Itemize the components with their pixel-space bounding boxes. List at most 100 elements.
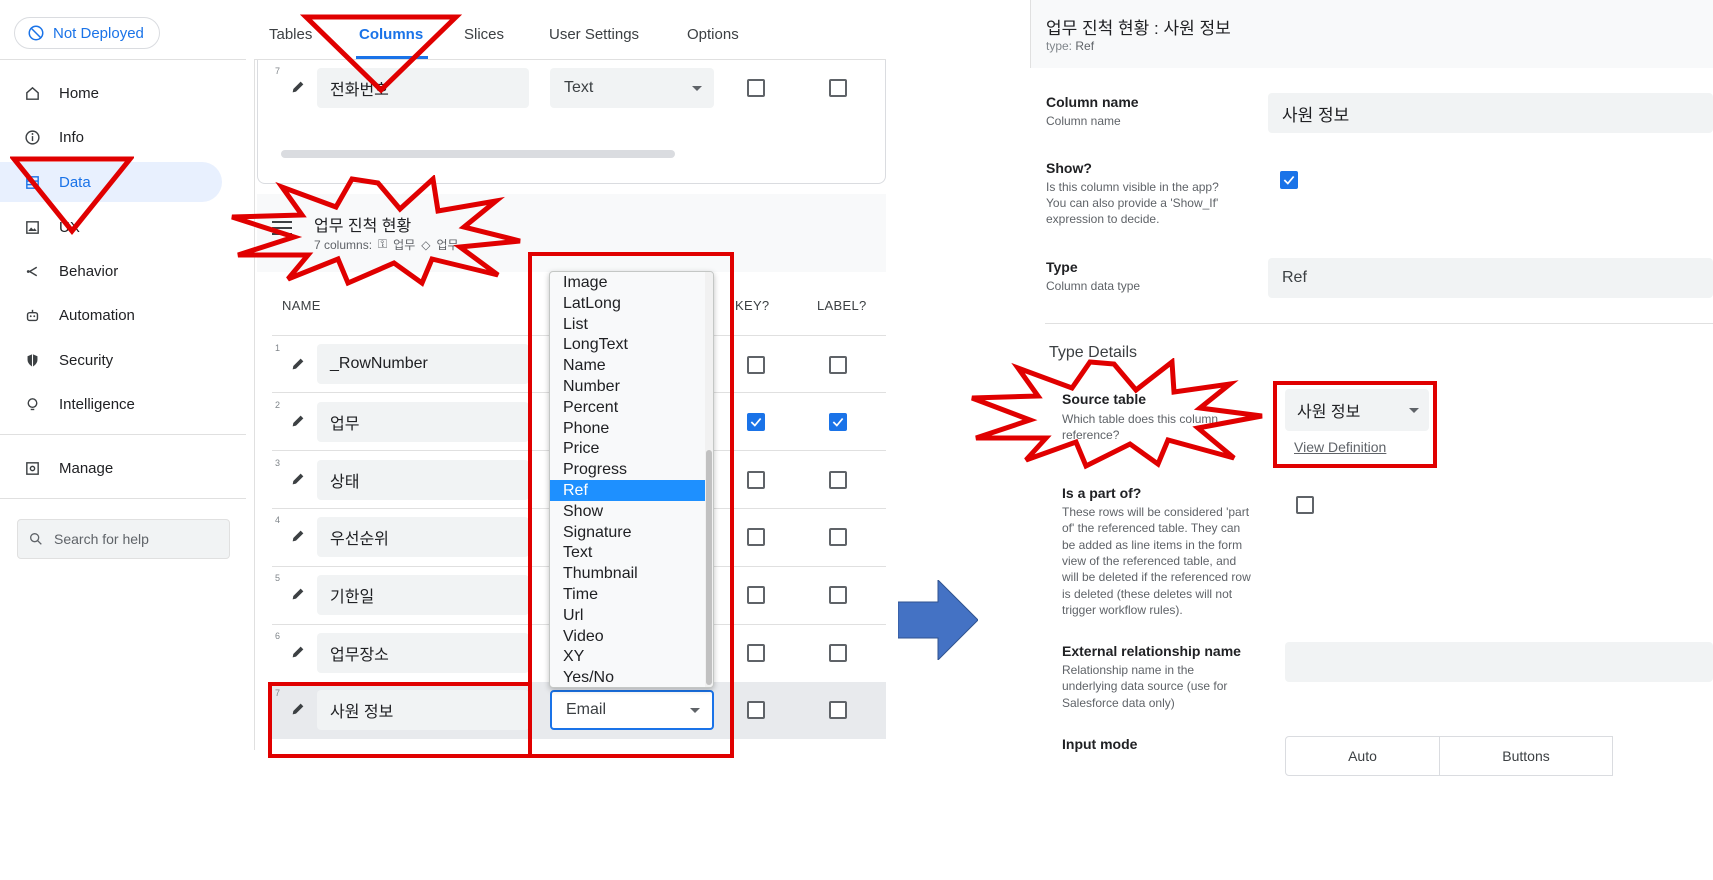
pencil-icon[interactable]	[290, 471, 306, 487]
pencil-icon[interactable]	[290, 586, 306, 602]
type-field-select[interactable]: Ref	[1268, 258, 1713, 298]
check-icon	[750, 417, 762, 427]
input-mode-label: Input mode	[1062, 736, 1138, 752]
column-type-value: Text	[564, 79, 594, 96]
column-name-field[interactable]: 업무장소	[317, 633, 529, 673]
column-name-field[interactable]: 상태	[317, 460, 529, 500]
sidebar-item-home[interactable]: Home	[0, 73, 222, 113]
sidebar-item-label: Behavior	[59, 262, 119, 280]
key-checkbox[interactable]	[747, 586, 765, 604]
horizontal-scrollbar[interactable]	[281, 150, 675, 158]
part-of-checkbox[interactable]	[1296, 496, 1314, 514]
key-checkbox[interactable]	[747, 356, 765, 374]
ext-rel-desc-2: underlying data source (use for	[1062, 679, 1228, 693]
label-checkbox[interactable]	[829, 413, 847, 431]
label-checkbox[interactable]	[829, 79, 847, 97]
label-checkbox[interactable]	[829, 701, 847, 719]
part-of-desc-7: trigger workflow rules).	[1062, 603, 1183, 617]
arrow-right-icon	[898, 580, 978, 660]
sidebar-item-automation[interactable]: Automation	[0, 295, 222, 335]
column-name-input[interactable]: 사원 정보	[1268, 93, 1713, 133]
column-name-label: Column name	[1046, 94, 1139, 110]
pencil-icon[interactable]	[290, 356, 306, 372]
label-checkbox[interactable]	[829, 356, 847, 374]
key-checkbox[interactable]	[747, 701, 765, 719]
part-of-desc-3: be added as line items in the form	[1062, 538, 1243, 552]
show-desc-1: Is this column visible in the app?	[1046, 180, 1219, 194]
header-name: NAME	[282, 298, 321, 313]
ext-rel-desc-3: Salesforce data only)	[1062, 696, 1175, 710]
annotation-frame-row	[268, 682, 734, 758]
sidebar-item-label: Home	[59, 84, 100, 102]
sidebar-item-intelligence[interactable]: Intelligence	[0, 384, 222, 424]
header-key: KEY?	[735, 298, 770, 313]
shield-icon	[27, 353, 38, 367]
ext-rel-desc-1: Relationship name in the	[1062, 663, 1195, 677]
column-name-desc: Column name	[1046, 114, 1121, 128]
row-number: 4	[275, 515, 281, 525]
column-name-field[interactable]: 기한일	[317, 575, 529, 615]
label-checkbox[interactable]	[829, 644, 847, 662]
detail-title: 업무 진척 현황 : 사원 정보	[1046, 19, 1231, 38]
ext-rel-input[interactable]	[1285, 642, 1713, 682]
help-search-input[interactable]: Search for help	[17, 519, 230, 559]
detail-type-label: type:	[1046, 39, 1073, 53]
behavior-icon	[26, 266, 38, 276]
row-number: 2	[275, 400, 281, 410]
pencil-icon[interactable]	[290, 528, 306, 544]
not-deployed-icon	[28, 25, 44, 41]
pencil-icon[interactable]	[290, 413, 306, 429]
annotation-triangle-columns	[300, 14, 462, 94]
input-mode-auto-button[interactable]: Auto	[1285, 736, 1440, 776]
pencil-icon[interactable]	[290, 644, 306, 660]
sidebar-item-security[interactable]: Security	[0, 340, 222, 380]
row-number: 7	[275, 66, 281, 76]
tab-slices[interactable]: Slices	[464, 26, 504, 43]
check-icon	[1283, 175, 1295, 185]
tab-user-settings[interactable]: User Settings	[549, 26, 639, 43]
key-checkbox[interactable]	[747, 528, 765, 546]
lightbulb-icon	[27, 397, 38, 410]
key-checkbox[interactable]	[747, 471, 765, 489]
manage-icon	[26, 461, 39, 475]
deploy-status-button[interactable]: Not Deployed	[14, 17, 160, 49]
key-checkbox[interactable]	[747, 413, 765, 431]
sidebar-item-manage[interactable]: Manage	[0, 448, 222, 488]
row-number: 6	[275, 631, 281, 641]
sidebar-item-label: Security	[59, 351, 114, 369]
column-type-select[interactable]: Text	[550, 68, 714, 108]
sidebar-item-label: Info	[59, 128, 85, 146]
label-checkbox[interactable]	[829, 471, 847, 489]
part-of-desc-4: view of the referenced table, and	[1062, 554, 1237, 568]
show-desc-3: expression to decide.	[1046, 212, 1160, 226]
show-desc-2: You can also provide a 'Show_If'	[1046, 196, 1219, 210]
detail-type-value: Ref	[1075, 39, 1095, 53]
input-mode-buttons-button[interactable]: Buttons	[1440, 736, 1613, 776]
show-label: Show?	[1046, 160, 1092, 176]
sidebar-separator	[0, 59, 246, 60]
column-name-field[interactable]: 우선순위	[317, 517, 529, 557]
key-checkbox[interactable]	[747, 644, 765, 662]
column-name-field[interactable]: 업무	[317, 402, 529, 442]
annotation-frame-source	[1273, 381, 1437, 468]
robot-icon	[26, 309, 39, 321]
label-checkbox[interactable]	[829, 586, 847, 604]
column-name-field[interactable]: _RowNumber	[317, 344, 529, 384]
sidebar-item-behavior[interactable]: Behavior	[0, 251, 222, 291]
tab-options[interactable]: Options	[687, 26, 739, 43]
header-label: LABEL?	[817, 298, 867, 313]
info-icon	[25, 129, 40, 145]
sidebar-separator	[0, 498, 246, 499]
home-icon	[26, 86, 39, 100]
ext-rel-label: External relationship name	[1062, 643, 1241, 659]
sidebar-separator	[0, 434, 246, 435]
label-checkbox[interactable]	[829, 528, 847, 546]
part-of-desc-6: is deleted (these deletes will not	[1062, 587, 1233, 601]
key-checkbox[interactable]	[747, 79, 765, 97]
chevron-down-icon	[692, 85, 702, 91]
annotation-frame-row-top	[268, 682, 532, 686]
detail-type: type: Ref	[1046, 39, 1094, 53]
show-checkbox[interactable]	[1280, 171, 1298, 189]
part-of-desc-1: These rows will be considered 'part	[1062, 505, 1250, 519]
sidebar-item-info[interactable]: Info	[0, 117, 222, 157]
